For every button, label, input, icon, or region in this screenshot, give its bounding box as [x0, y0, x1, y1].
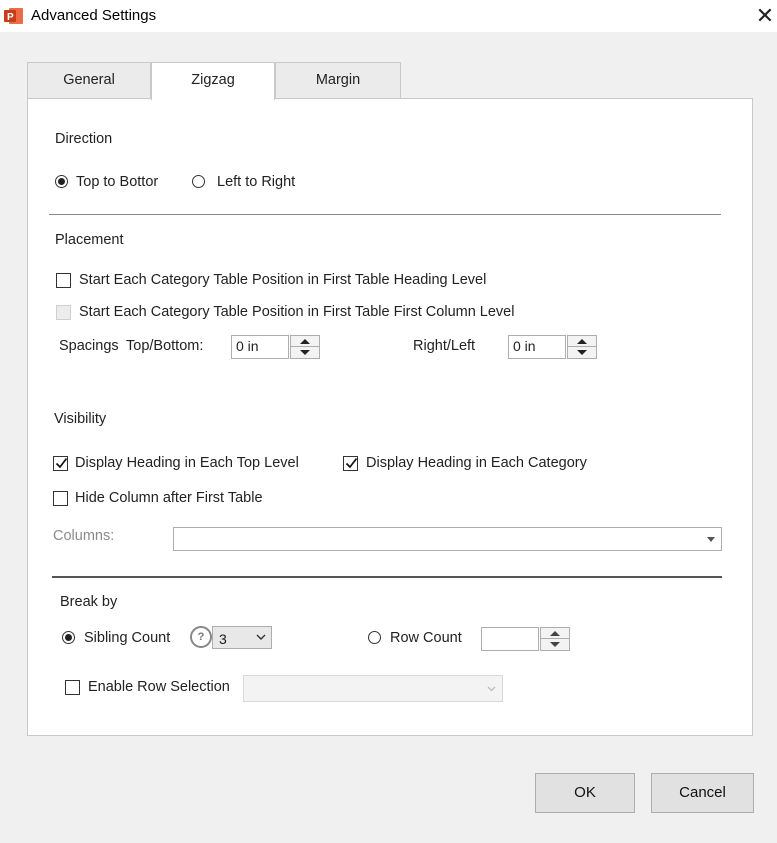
radio-row-count-label: Row Count: [390, 630, 462, 646]
chevron-down-icon: [487, 686, 496, 692]
divider: [52, 576, 722, 578]
spacings-label: Spacings: [59, 338, 119, 354]
checkbox-display-heading-category-label: Display Heading in Each Category: [366, 455, 587, 471]
radio-sibling-count-label: Sibling Count: [84, 630, 171, 646]
visibility-heading: Visibility: [54, 411, 107, 427]
radio-left-to-right[interactable]: [192, 175, 205, 188]
checkbox-start-first-column: [56, 305, 71, 320]
radio-sibling-count[interactable]: [62, 631, 75, 644]
cancel-button[interactable]: Cancel: [651, 773, 754, 813]
checkbox-start-heading-level[interactable]: [56, 273, 71, 288]
top-bottom-decrement-button[interactable]: [291, 347, 319, 358]
help-icon[interactable]: ?: [190, 626, 212, 648]
tab-general[interactable]: General: [27, 62, 151, 98]
radio-top-to-bottom[interactable]: [55, 175, 68, 188]
row-count-input[interactable]: [481, 627, 539, 651]
close-icon[interactable]: ✕: [752, 2, 777, 30]
chevron-down-icon: [707, 537, 715, 542]
ok-button[interactable]: OK: [535, 773, 635, 813]
row-selection-dropdown: [243, 675, 503, 702]
title-bar: P Advanced Settings ✕: [0, 0, 777, 32]
row-count-increment-button[interactable]: [541, 628, 569, 639]
break-by-heading: Break by: [60, 594, 118, 610]
checkbox-start-heading-level-label: Start Each Category Table Position in Fi…: [79, 272, 487, 288]
checkmark-icon: [55, 457, 68, 469]
chevron-up-icon: [550, 631, 560, 636]
checkbox-display-heading-category[interactable]: [343, 456, 358, 471]
top-bottom-label: Top/Bottom:: [126, 338, 204, 354]
top-bottom-increment-button[interactable]: [291, 336, 319, 347]
checkbox-hide-column[interactable]: [53, 491, 68, 506]
window-title: Advanced Settings: [31, 7, 157, 24]
top-bottom-input[interactable]: 0 in: [231, 335, 289, 359]
right-left-label: Right/Left: [413, 338, 476, 354]
row-count-stepper[interactable]: [540, 627, 570, 651]
checkbox-enable-row-selection[interactable]: [65, 680, 80, 695]
checkbox-display-heading-top-level[interactable]: [53, 456, 68, 471]
row-count-decrement-button[interactable]: [541, 639, 569, 650]
checkbox-enable-row-selection-label: Enable Row Selection: [88, 679, 230, 695]
powerpoint-app-icon: P: [4, 6, 24, 26]
chevron-up-icon: [577, 339, 587, 344]
checkbox-hide-column-label: Hide Column after First Table: [75, 490, 263, 506]
placement-heading: Placement: [55, 232, 124, 248]
chevron-down-icon: [300, 350, 310, 355]
top-bottom-stepper[interactable]: [290, 335, 320, 359]
sibling-count-dropdown[interactable]: 3: [212, 626, 272, 649]
right-left-input[interactable]: 0 in: [508, 335, 566, 359]
radio-top-to-bottom-label: Top to Bottor: [76, 174, 159, 190]
right-left-decrement-button[interactable]: [568, 347, 596, 358]
app-icon-letter: P: [7, 12, 14, 23]
chevron-up-icon: [300, 339, 310, 344]
tab-zigzag[interactable]: Zigzag: [151, 62, 275, 100]
divider: [49, 214, 721, 215]
chevron-down-icon: [550, 642, 560, 647]
columns-label: Columns:: [53, 528, 115, 544]
direction-heading: Direction: [55, 131, 113, 147]
checkbox-display-heading-top-level-label: Display Heading in Each Top Level: [75, 455, 299, 471]
radio-left-to-right-label: Left to Right: [217, 174, 296, 190]
chevron-down-icon: [577, 350, 587, 355]
tab-margin[interactable]: Margin: [275, 62, 401, 98]
columns-dropdown[interactable]: [173, 527, 722, 551]
chevron-down-icon: [256, 634, 266, 640]
checkbox-start-first-column-label: Start Each Category Table Position in Fi…: [79, 304, 515, 320]
sibling-count-value: 3: [219, 631, 227, 647]
right-left-stepper[interactable]: [567, 335, 597, 359]
checkmark-icon: [345, 457, 358, 469]
radio-row-count[interactable]: [368, 631, 381, 644]
right-left-increment-button[interactable]: [568, 336, 596, 347]
